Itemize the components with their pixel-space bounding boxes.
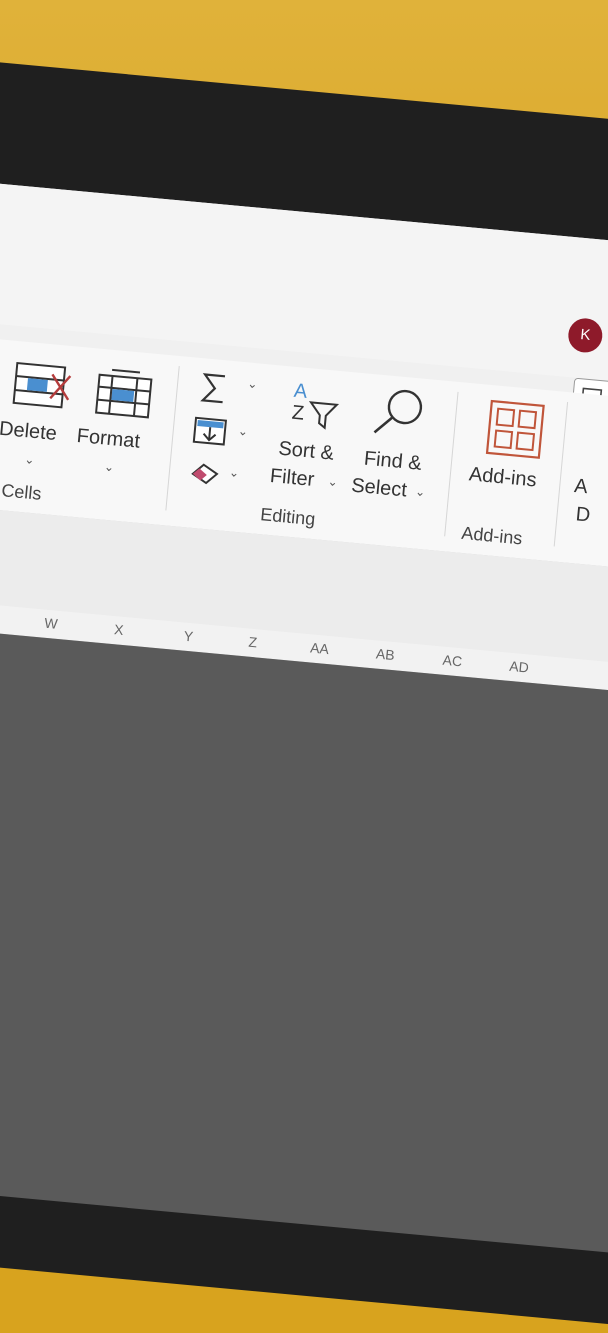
column-header[interactable]: X [113,621,124,638]
delete-dropdown-chevron-icon[interactable]: ⌄ [24,452,35,467]
column-header[interactable]: AD [509,658,530,676]
autosum-dropdown-chevron-icon[interactable]: ⌄ [247,376,258,391]
clear-dropdown-chevron-icon[interactable]: ⌄ [229,465,240,480]
column-header[interactable]: AC [442,652,463,670]
excel-window: K t Delete ⌄ [0,180,608,1254]
group-separator [165,366,180,511]
find-select-chevron-icon[interactable]: ⌄ [415,484,426,499]
format-dropdown-chevron-icon[interactable]: ⌄ [104,460,115,475]
editing-group-label: Editing [259,504,317,530]
svg-text:A: A [293,380,309,403]
find-select-label-line1[interactable]: Find & [363,448,423,476]
fill-icon[interactable] [191,416,228,452]
find-select-label-line2[interactable]: Select [350,475,407,503]
group-separator [444,391,459,537]
delete-cells-icon[interactable] [11,361,73,417]
find-magnifier-icon[interactable] [367,384,428,448]
column-header[interactable]: Y [183,628,194,645]
sort-filter-icon[interactable]: A Z [288,377,345,441]
next-group-partial-label-2[interactable]: D [575,503,591,527]
autosum-icon[interactable] [198,370,231,412]
svg-text:Z: Z [291,402,305,425]
add-ins-button-label[interactable]: Add-ins [468,463,538,492]
column-header[interactable]: AB [375,645,395,663]
delete-button-label[interactable]: Delete [0,418,58,446]
clear-eraser-icon[interactable] [187,457,222,493]
format-button-label[interactable]: Format [76,425,141,454]
format-cells-icon[interactable] [93,367,154,425]
worksheet-grid[interactable] [0,626,608,1254]
add-ins-group-label: Add-ins [460,522,524,549]
next-group-partial-label[interactable]: A [573,475,588,499]
sort-filter-chevron-icon[interactable]: ⌄ [327,474,338,489]
sort-filter-label-line2[interactable]: Filter [269,465,315,492]
column-header[interactable]: Z [248,634,258,651]
sort-filter-label-line1[interactable]: Sort & [277,438,335,466]
column-header[interactable]: W [44,615,59,632]
column-header[interactable]: AA [310,639,330,657]
group-separator [553,402,569,547]
add-ins-grid-icon[interactable] [484,399,545,465]
cells-group-label: Cells [0,480,43,504]
fill-dropdown-chevron-icon[interactable]: ⌄ [237,424,248,439]
